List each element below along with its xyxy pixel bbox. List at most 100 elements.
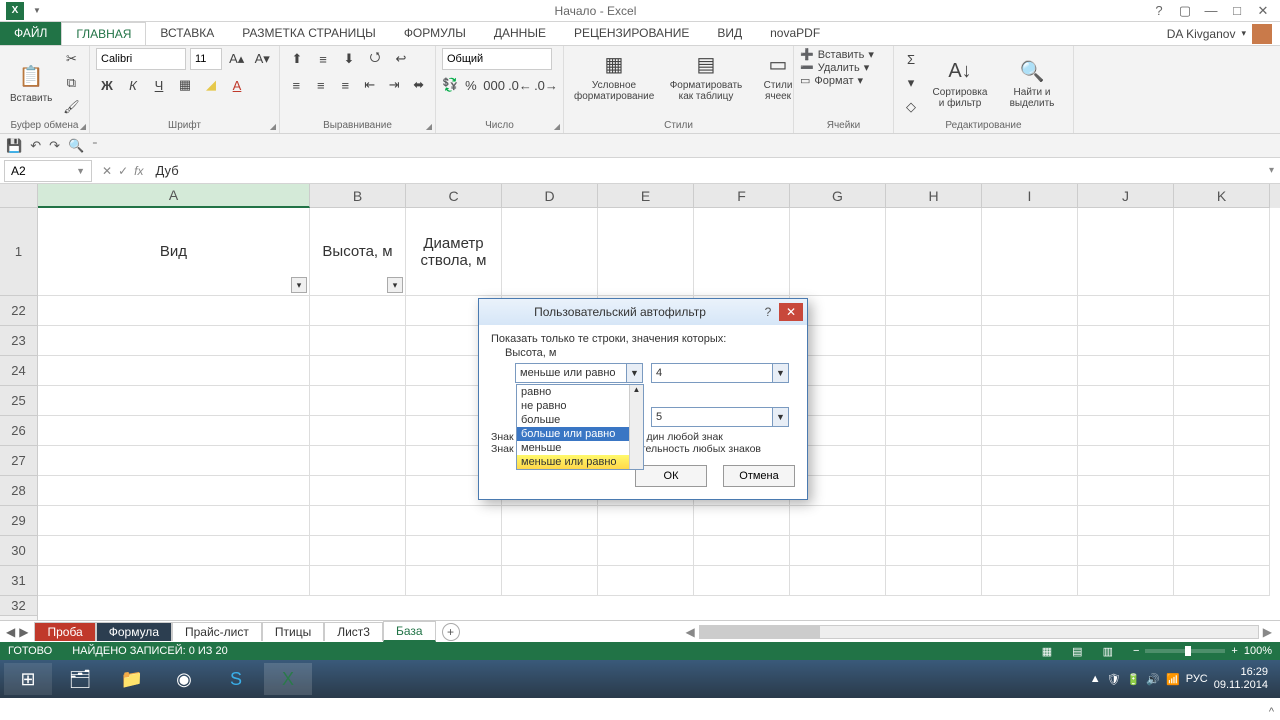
cell[interactable] (982, 296, 1078, 326)
sheet-tab[interactable]: Лист3 (324, 622, 383, 641)
col-header-i[interactable]: I (982, 184, 1078, 208)
cell[interactable] (310, 566, 406, 596)
align-top-button[interactable]: ⬆ (286, 48, 308, 70)
col-header-f[interactable]: F (694, 184, 790, 208)
cell[interactable] (1174, 416, 1270, 446)
orientation-button[interactable]: ⭯ (364, 48, 386, 70)
autosum-button[interactable]: Σ (900, 48, 922, 70)
tab-view[interactable]: ВИД (703, 22, 756, 45)
cell[interactable] (886, 476, 982, 506)
cell[interactable] (38, 476, 310, 506)
select-all-corner[interactable] (0, 184, 37, 208)
bold-button[interactable]: Ж (96, 74, 118, 96)
cell[interactable] (38, 536, 310, 566)
qat-customize[interactable]: ⁼ (92, 140, 97, 151)
cell-a1[interactable]: Вид▾ (38, 208, 310, 296)
cell[interactable] (38, 446, 310, 476)
cell[interactable] (1174, 356, 1270, 386)
align-right-button[interactable]: ≡ (335, 74, 356, 96)
border-button[interactable]: ▦ (174, 74, 196, 96)
cell[interactable] (790, 506, 886, 536)
sheet-tab[interactable]: Проба (34, 622, 95, 641)
cell[interactable] (310, 326, 406, 356)
cell[interactable] (310, 506, 406, 536)
tab-layout[interactable]: РАЗМЕТКА СТРАНИЦЫ (228, 22, 390, 45)
row-header[interactable]: 23 (0, 326, 37, 356)
cell[interactable] (1174, 506, 1270, 536)
dropdown-option[interactable]: меньше или равно (517, 455, 643, 469)
conditional-format-button[interactable]: ▦Условное форматирование (570, 48, 658, 104)
row-header[interactable]: 26 (0, 416, 37, 446)
tray-icon[interactable]: ▲ (1090, 673, 1101, 685)
indent-increase-button[interactable]: ⇥ (384, 74, 405, 96)
start-button[interactable]: ⊞ (4, 663, 52, 695)
redo-button[interactable]: ↷ (49, 138, 60, 154)
dropdown-option[interactable]: равно (517, 385, 643, 399)
align-center-button[interactable]: ≡ (311, 74, 332, 96)
cell[interactable] (982, 208, 1078, 296)
align-bottom-button[interactable]: ⬇ (338, 48, 360, 70)
tab-formulas[interactable]: ФОРМУЛЫ (390, 22, 480, 45)
cell[interactable] (598, 566, 694, 596)
scrollbar-thumb[interactable] (700, 626, 820, 638)
cell[interactable] (502, 536, 598, 566)
cancel-edit-button[interactable]: ✕ (102, 164, 112, 178)
cell[interactable] (38, 296, 310, 326)
cell[interactable] (1078, 506, 1174, 536)
cell[interactable] (38, 416, 310, 446)
taskbar-app[interactable]: 🗂 (56, 663, 104, 695)
cell[interactable] (886, 296, 982, 326)
cell[interactable] (694, 208, 790, 296)
font-color-button[interactable]: А (226, 74, 248, 96)
tab-novapdf[interactable]: novaPDF (756, 22, 834, 45)
tray-icon[interactable]: 🔊 (1146, 673, 1160, 686)
undo-button[interactable]: ↶ (30, 138, 41, 154)
number-dialog-launcher[interactable]: ◢ (554, 122, 560, 131)
row-header[interactable]: 29 (0, 506, 37, 536)
confirm-edit-button[interactable]: ✓ (118, 164, 128, 178)
tab-file[interactable]: ФАЙЛ (0, 22, 61, 45)
row-header[interactable]: 22 (0, 296, 37, 326)
scroll-left-button[interactable]: ◀ (682, 625, 699, 639)
cell[interactable] (1174, 476, 1270, 506)
comma-button[interactable]: 000 (483, 74, 505, 96)
view-normal-button[interactable]: ▦ (1042, 645, 1052, 658)
view-page-layout-button[interactable]: ▤ (1072, 645, 1082, 658)
tray-icon[interactable]: 🔋 (1127, 673, 1141, 686)
cell[interactable] (790, 208, 886, 296)
col-header-j[interactable]: J (1078, 184, 1174, 208)
cell[interactable] (982, 416, 1078, 446)
operator-select-1[interactable]: меньше или равно▼ равно не равно больше … (515, 363, 643, 383)
format-painter-button[interactable]: 🖌 (60, 96, 82, 118)
fill-button[interactable]: ▾ (900, 72, 922, 94)
cell[interactable] (1078, 476, 1174, 506)
cell[interactable] (1174, 296, 1270, 326)
tray-lang[interactable]: РУС (1186, 673, 1208, 685)
decrease-decimal-button[interactable]: .0→ (535, 74, 557, 96)
row-header[interactable]: 27 (0, 446, 37, 476)
col-header-a[interactable]: A (38, 184, 310, 208)
fill-color-button[interactable]: ◢ (200, 74, 222, 96)
dropdown-option[interactable]: не равно (517, 399, 643, 413)
cell[interactable] (1078, 536, 1174, 566)
cell[interactable] (886, 566, 982, 596)
cell[interactable] (886, 536, 982, 566)
wrap-text-button[interactable]: ↩ (390, 48, 412, 70)
view-page-break-button[interactable]: ▥ (1103, 645, 1113, 658)
tab-home[interactable]: ГЛАВНАЯ (61, 22, 146, 45)
currency-button[interactable]: 💱 (442, 74, 459, 96)
format-table-button[interactable]: ▤Форматировать как таблицу (662, 48, 750, 104)
dropdown-scrollbar[interactable]: ▲ (629, 385, 643, 469)
col-header-g[interactable]: G (790, 184, 886, 208)
cell[interactable] (1078, 296, 1174, 326)
print-preview-button[interactable]: 🔍 (68, 138, 84, 154)
cell[interactable] (886, 446, 982, 476)
help-icon[interactable]: ? (1150, 3, 1168, 19)
ribbon-display-icon[interactable]: ▢ (1176, 3, 1194, 19)
tray-icon[interactable]: 🛡 (1107, 673, 1121, 686)
sheet-nav-next[interactable]: ▶ (19, 625, 28, 639)
cell[interactable] (982, 476, 1078, 506)
dropdown-option[interactable]: меньше (517, 441, 643, 455)
cell[interactable] (982, 566, 1078, 596)
cell[interactable] (886, 416, 982, 446)
